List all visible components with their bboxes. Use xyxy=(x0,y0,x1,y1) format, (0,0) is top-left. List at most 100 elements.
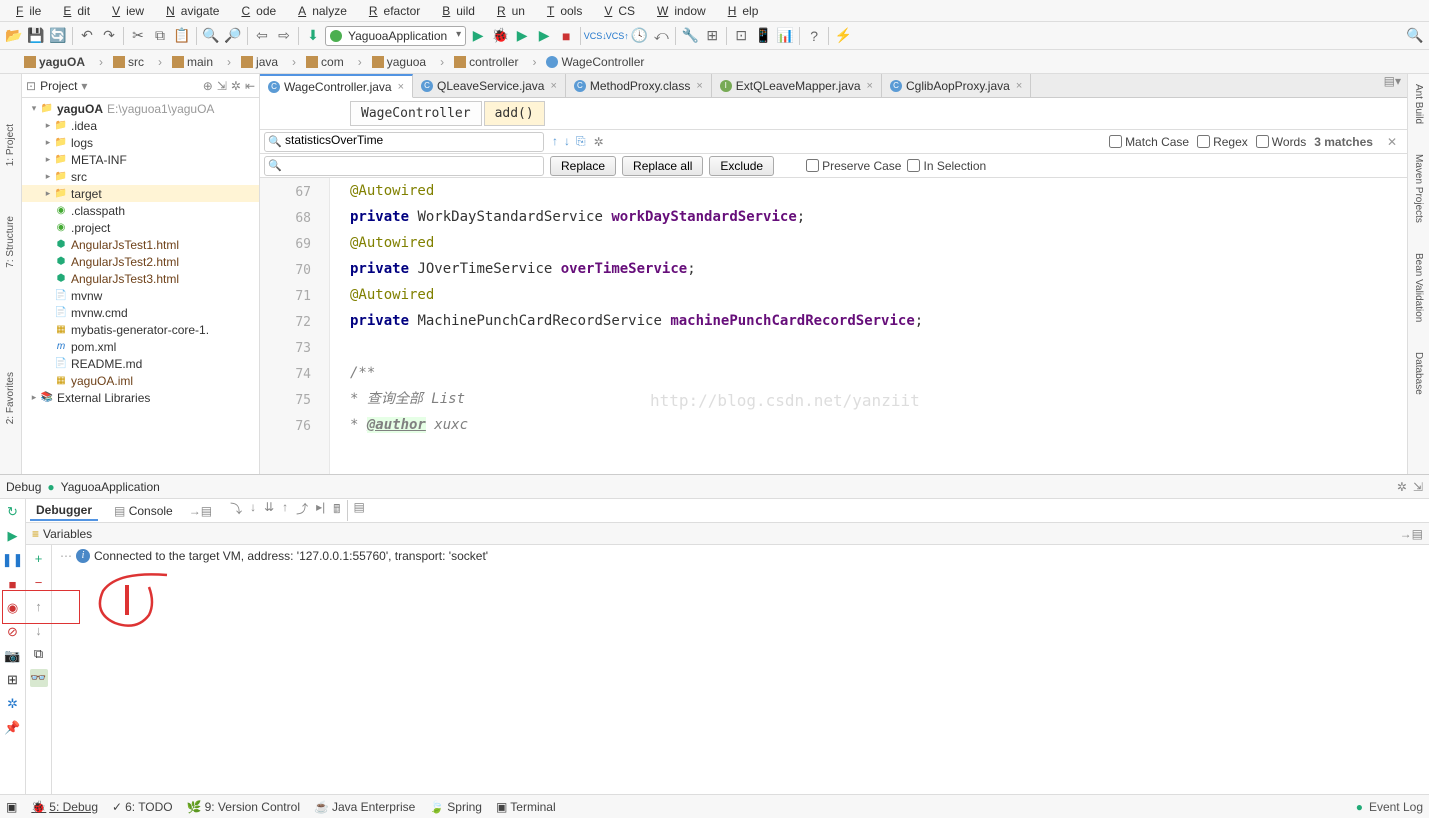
menu-navigate[interactable]: Navigate xyxy=(154,2,225,20)
step-over-icon[interactable]: ⤵ xyxy=(228,500,244,521)
tab-pin-icon[interactable]: →▤ xyxy=(189,504,212,518)
crumb-yaguoa[interactable]: yaguOA xyxy=(4,53,93,71)
run-to-cursor-icon[interactable]: ▸| xyxy=(314,500,327,521)
status-vcs[interactable]: 🌿 9: Version Control xyxy=(187,800,300,814)
in-selection-checkbox[interactable]: In Selection xyxy=(907,159,986,173)
find-input[interactable] xyxy=(285,133,523,147)
tool-database[interactable]: Database xyxy=(1413,352,1424,395)
view-breakpoints-icon[interactable]: ◉ xyxy=(4,599,22,617)
undo-icon[interactable]: ↶ xyxy=(77,26,97,46)
tree-mvnw[interactable]: 📄mvnw xyxy=(22,287,259,304)
tree--project[interactable]: ◉.project xyxy=(22,219,259,236)
sync-icon[interactable]: 🔄 xyxy=(48,26,68,46)
run-config-selector[interactable]: YaguoaApplication xyxy=(325,26,466,46)
vcs-revert-icon[interactable]: ⤺ xyxy=(651,26,671,46)
tool-ant[interactable]: Ant Build xyxy=(1413,84,1424,124)
find-prev-icon[interactable]: ↑ xyxy=(552,134,558,149)
status-spring[interactable]: 🍃 Spring xyxy=(429,800,482,814)
settings-icon[interactable]: 🔧 xyxy=(680,26,700,46)
step-into-icon[interactable]: ↓ xyxy=(248,500,258,521)
menu-help[interactable]: Help xyxy=(716,2,765,20)
collapse-icon[interactable]: ⇲ xyxy=(217,79,227,93)
menu-analyze[interactable]: Analyze xyxy=(286,2,353,20)
settings-tree-icon[interactable]: ✲ xyxy=(231,79,241,93)
menu-code[interactable]: Code xyxy=(229,2,282,20)
find-icon[interactable]: 🔍 xyxy=(201,26,221,46)
tool-bean[interactable]: Bean Validation xyxy=(1413,253,1424,322)
paste-icon[interactable]: 📋 xyxy=(172,26,192,46)
console-tab[interactable]: ▤ Console xyxy=(108,502,179,520)
vcs-update-icon[interactable]: VCS↓ xyxy=(585,26,605,46)
help-icon[interactable]: ? xyxy=(804,26,824,46)
find-close-icon[interactable]: ✕ xyxy=(1381,135,1403,149)
tab-close-icon[interactable]: × xyxy=(550,80,556,92)
tab-cglibaopproxy-java[interactable]: CCglibAopProxy.java× xyxy=(882,74,1031,97)
mute-breakpoints-icon[interactable]: ⊘ xyxy=(4,623,22,641)
crumb-com[interactable]: com xyxy=(286,53,352,71)
exclude-button[interactable]: Exclude xyxy=(709,156,774,176)
tool-project[interactable]: 1: Project xyxy=(5,124,16,166)
variables-pin-icon[interactable]: →▤ xyxy=(1400,527,1423,541)
tab-qleaveservice-java[interactable]: CQLeaveService.java× xyxy=(413,74,566,97)
forward-icon[interactable]: ⇨ xyxy=(274,26,294,46)
tree-target[interactable]: ▸📁target xyxy=(22,185,259,202)
crumb-class[interactable]: WageController xyxy=(350,101,482,126)
add-watch-icon[interactable]: + xyxy=(30,549,48,567)
tree--b-yaguoa-b-[interactable]: ▾📁yaguOAE:\yaguoa1\yaguOA xyxy=(22,100,259,117)
pause-icon[interactable]: ❚❚ xyxy=(4,551,22,569)
debug-icon[interactable]: 🐞 xyxy=(490,26,510,46)
open-icon[interactable]: 📂 xyxy=(4,26,24,46)
status-corner-icon[interactable]: ▣ xyxy=(6,800,17,814)
project-tree[interactable]: ▾📁yaguOAE:\yaguoa1\yaguOA▸📁.idea▸📁logs ▸📁… xyxy=(22,98,259,474)
jrebel-icon[interactable]: ⚡ xyxy=(833,26,853,46)
stop-icon[interactable]: ■ xyxy=(556,26,576,46)
tree-external-libraries[interactable]: ▸📚External Libraries xyxy=(22,389,259,406)
copy-icon[interactable]: ⧉ xyxy=(150,26,170,46)
hide-icon[interactable]: ⇤ xyxy=(245,79,255,93)
status-event-log[interactable]: Event Log xyxy=(1369,800,1423,814)
tree--idea[interactable]: ▸📁.idea xyxy=(22,117,259,134)
words-checkbox[interactable]: Words xyxy=(1256,135,1306,149)
evaluate-icon[interactable]: 🖩 xyxy=(331,500,342,521)
structure-icon[interactable]: ⊞ xyxy=(702,26,722,46)
step-out-icon[interactable]: ↑ xyxy=(280,500,290,521)
scroll-from-source-icon[interactable]: ⊕ xyxy=(203,79,213,93)
layout-restore-icon[interactable]: ▤ xyxy=(347,500,367,521)
debugger-tab[interactable]: Debugger xyxy=(30,501,98,521)
tab-close-icon[interactable]: × xyxy=(398,81,404,93)
tab-close-icon[interactable]: × xyxy=(867,80,873,92)
tree-pom-xml[interactable]: mpom.xml xyxy=(22,338,259,355)
replace-icon[interactable]: 🔎 xyxy=(223,26,243,46)
pin-icon[interactable]: 📌 xyxy=(4,719,22,737)
find-settings-icon[interactable]: ✲ xyxy=(594,135,604,149)
force-step-into-icon[interactable]: ⇊ xyxy=(262,500,276,521)
crumb-src[interactable]: src xyxy=(93,53,152,71)
replace-all-button[interactable]: Replace all xyxy=(622,156,703,176)
status-debug[interactable]: 🐞 5: Debug xyxy=(31,800,98,814)
preserve-case-checkbox[interactable]: Preserve Case xyxy=(806,159,901,173)
build-icon[interactable]: ⬇ xyxy=(303,26,323,46)
menu-refactor[interactable]: Refactor xyxy=(357,2,426,20)
avd-icon[interactable]: 📱 xyxy=(753,26,773,46)
menu-window[interactable]: Window xyxy=(645,2,712,20)
back-icon[interactable]: ⇦ xyxy=(252,26,272,46)
tool-maven[interactable]: Maven Projects xyxy=(1413,154,1424,223)
status-java-ee[interactable]: ☕ Java Enterprise xyxy=(314,800,415,814)
copy-watch-icon[interactable]: ⧉ xyxy=(30,645,48,663)
menu-file[interactable]: File xyxy=(4,2,47,20)
tree-mybatis-generator-core-1-[interactable]: ▦mybatis-generator-core-1. xyxy=(22,321,259,338)
find-next-icon[interactable]: ↓ xyxy=(564,134,570,149)
tree--classpath[interactable]: ◉.classpath xyxy=(22,202,259,219)
crumb-controller[interactable]: controller xyxy=(434,53,526,71)
crumb-method[interactable]: add() xyxy=(484,101,545,126)
rerun-icon[interactable]: ↻ xyxy=(4,503,22,521)
tool-favorites[interactable]: 2: Favorites xyxy=(5,372,16,424)
up-icon[interactable]: ↑ xyxy=(30,597,48,615)
tree-logs[interactable]: ▸📁logs xyxy=(22,134,259,151)
menu-build[interactable]: Build xyxy=(430,2,481,20)
layout-icon[interactable]: ⊞ xyxy=(4,671,22,689)
save-icon[interactable]: 💾 xyxy=(26,26,46,46)
tree-yaguoa-iml[interactable]: ▦yaguOA.iml xyxy=(22,372,259,389)
coverage-icon[interactable]: ▶ xyxy=(512,26,532,46)
status-todo[interactable]: ✓ 6: TODO xyxy=(112,800,173,814)
